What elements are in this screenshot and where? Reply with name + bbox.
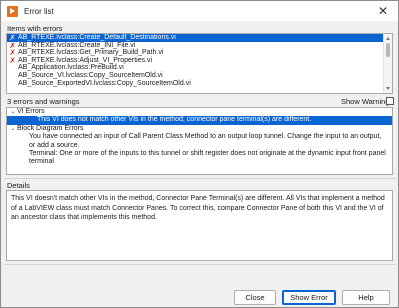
list-item-label: AB_Source_VI.lvclass:Copy_SourceItemOld.…	[18, 71, 163, 79]
scroll-up-icon[interactable]	[386, 37, 390, 40]
tree-vi-error-item[interactable]: This VI does not match other VIs in the …	[7, 116, 392, 125]
show-warnings-checkbox[interactable]	[386, 97, 394, 105]
chevron-down-icon[interactable]: ⌄	[9, 108, 17, 116]
details-label: Details	[7, 181, 30, 190]
tree-vi-error-text: This VI does not match other VIs in the …	[37, 116, 312, 124]
items-scrollbar[interactable]	[383, 34, 392, 93]
items-with-errors-label: Items with errors	[7, 24, 63, 33]
list-item-label: AB_RTEXE.lvclass:Adjust_VI_Properties.vi	[18, 56, 153, 64]
help-button[interactable]: Help	[342, 290, 390, 305]
window-title: Error list	[24, 6, 54, 16]
list-item[interactable]: ✗ AB_RTEXE.lvclass:Adjust_VI_Properties.v…	[7, 57, 383, 65]
tree-bd-error-2[interactable]: Terminal: One or more of the inputs to t…	[7, 150, 392, 167]
details-box[interactable]: This VI doesn't match other VIs in the m…	[6, 190, 393, 261]
tree-block-diagram-errors[interactable]: ⌄ Block Diagram Errors	[7, 125, 392, 133]
details-text: This VI doesn't match other VIs in the m…	[11, 195, 385, 222]
list-item[interactable]: ✗ AB_RTEXE.lvclass:Get_Primary_Build_Path…	[7, 49, 383, 57]
tree-vi-errors-label: VI Errors	[17, 108, 45, 115]
errors-summary: 3 errors and warnings	[7, 97, 80, 106]
title-bar: Error list ✕	[1, 1, 398, 21]
list-item[interactable]: AB_Application.lvclass:PreBuild.vi	[7, 64, 383, 72]
tree-bd-error-1[interactable]: You have connected an input of Call Pare…	[7, 133, 392, 150]
list-item[interactable]: AB_Source_VI.lvclass:Copy_SourceItemOld.…	[7, 72, 383, 80]
tree-vi-errors[interactable]: ⌄ VI Errors	[7, 108, 392, 116]
x-error-icon: ✗	[9, 55, 16, 65]
items-list-body: ✗ AB_RTEXE.lvclass:Create_Default_Destina…	[7, 34, 383, 87]
error-list-window: Error list ✕ Items with errors ✗ AB_RTEXE…	[0, 0, 399, 308]
items-list[interactable]: ✗ AB_RTEXE.lvclass:Create_Default_Destina…	[6, 33, 393, 94]
list-item-label: AB_RTEXE.lvclass:Create_Default_Destinat…	[18, 34, 176, 41]
scroll-down-icon[interactable]	[386, 87, 390, 90]
list-item-label: AB_Source_ExportedVI.lvclass:Copy_Source…	[18, 79, 191, 87]
errors-tree[interactable]: ⌄ VI Errors This VI does not match other…	[6, 107, 393, 175]
tree-block-diagram-label: Block Diagram Errors	[17, 124, 84, 132]
divider	[4, 178, 396, 179]
close-button[interactable]: Close	[234, 290, 276, 305]
list-item-label: AB_Application.lvclass:PreBuild.vi	[18, 64, 124, 72]
list-item[interactable]: ✗ AB_RTEXE.lvclass:Create_Default_Destina…	[7, 34, 383, 42]
scroll-thumb[interactable]	[386, 43, 390, 57]
list-item-label: AB_RTEXE.lvclass:Get_Primary_Build_Path.…	[18, 49, 164, 57]
show-error-button[interactable]: Show Error	[282, 290, 336, 305]
list-item-label: AB_RTEXE.lvclass:Create_INI_File.vi	[18, 41, 136, 49]
list-item[interactable]: AB_Source_ExportedVI.lvclass:Copy_Source…	[7, 80, 383, 88]
close-icon[interactable]: ✕	[376, 4, 390, 18]
divider	[4, 264, 396, 265]
labview-run-icon	[7, 5, 18, 17]
chevron-down-icon[interactable]: ⌄	[9, 125, 17, 133]
list-item[interactable]: ✗ AB_RTEXE.lvclass:Create_INI_File.vi	[7, 41, 383, 50]
